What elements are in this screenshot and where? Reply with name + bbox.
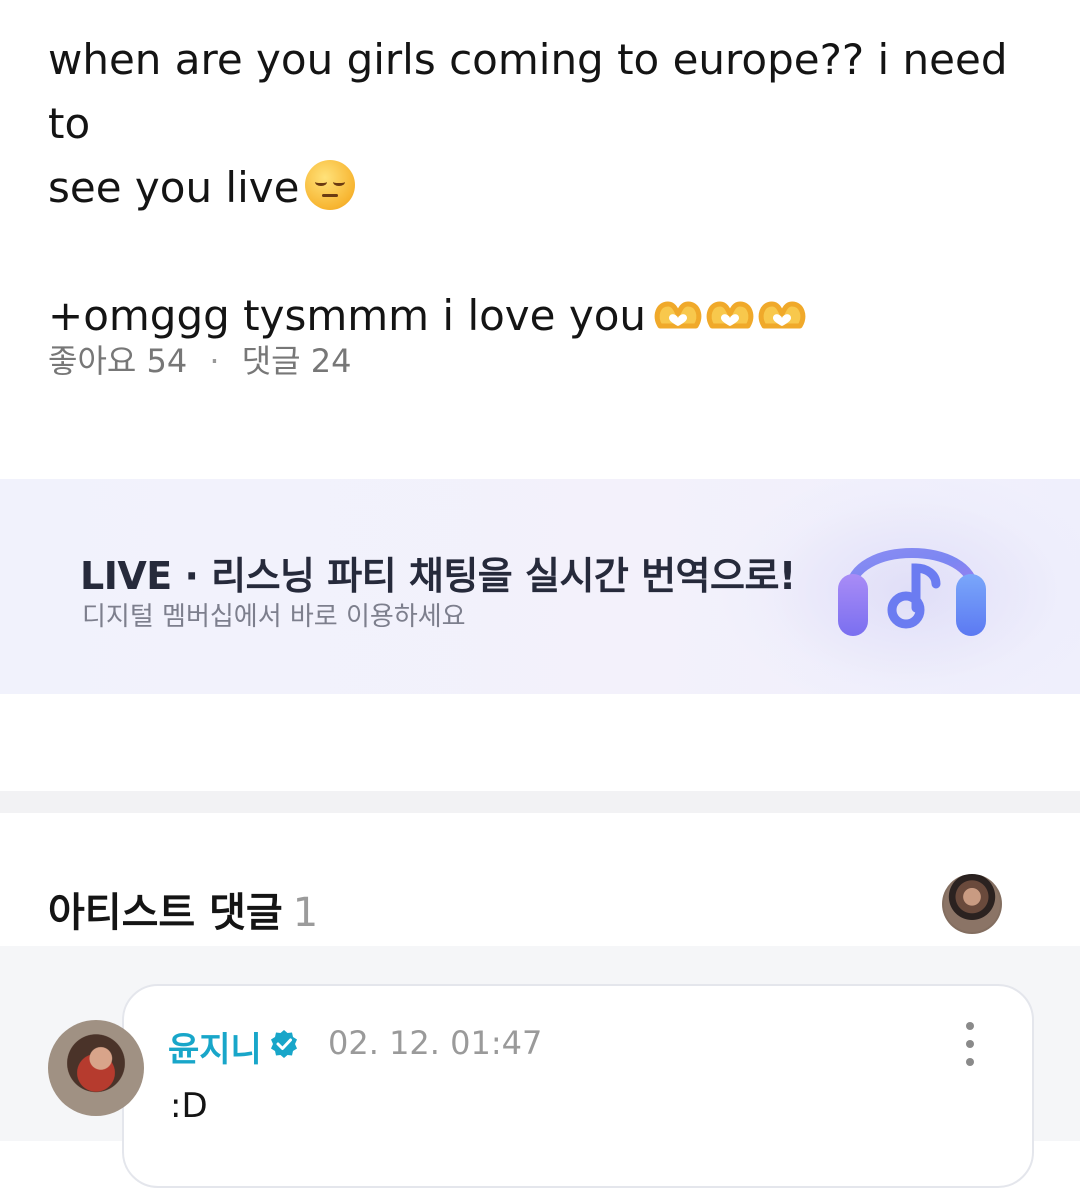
section-divider [0, 791, 1080, 813]
artist-avatar[interactable] [942, 874, 1002, 934]
post-text: when are you girls coming to europe?? i … [48, 35, 1008, 148]
commenter-avatar[interactable] [48, 1020, 144, 1116]
banner-title: LIVE · 리스닝 파티 채팅을 실시간 번역으로! [80, 554, 796, 598]
likes-label[interactable]: 좋아요 [48, 342, 136, 380]
post-body: when are you girls coming to europe?? i … [48, 28, 1048, 352]
artist-comments-header: 아티스트 댓글 1 [48, 880, 318, 938]
comments-label[interactable]: 댓글 [242, 342, 301, 380]
banner-subtitle: 디지털 멤버십에서 바로 이용하세요 [82, 602, 466, 632]
stats-separator: · [209, 342, 220, 380]
more-vertical-icon[interactable] [958, 1022, 982, 1066]
post-text: see you live [48, 163, 300, 212]
comment-timestamp: 02. 12. 01:47 [328, 1024, 543, 1062]
artist-comments-count: 1 [292, 890, 319, 936]
comments-count: 24 [310, 342, 352, 380]
verified-badge-icon [271, 1030, 297, 1058]
post-line: when are you girls coming to europe?? i … [48, 28, 1048, 156]
comment-text: :D [170, 1086, 208, 1126]
comment-author[interactable]: 윤지니 [168, 1022, 262, 1071]
pensive-face-emoji-icon [305, 160, 356, 210]
heart-hands-icon [654, 301, 806, 329]
artist-comments-title: 아티스트 댓글 [48, 890, 283, 936]
post-line: see you live [48, 156, 1048, 220]
artist-comment-card[interactable] [122, 984, 1034, 1188]
heart-hands-emoji-icon [652, 288, 812, 352]
likes-count: 54 [146, 342, 188, 380]
post-stats: 좋아요 54 · 댓글 24 [48, 336, 352, 382]
post-text: +omggg tysmmm i love you [48, 291, 647, 340]
headphones-music-icon [838, 548, 986, 636]
